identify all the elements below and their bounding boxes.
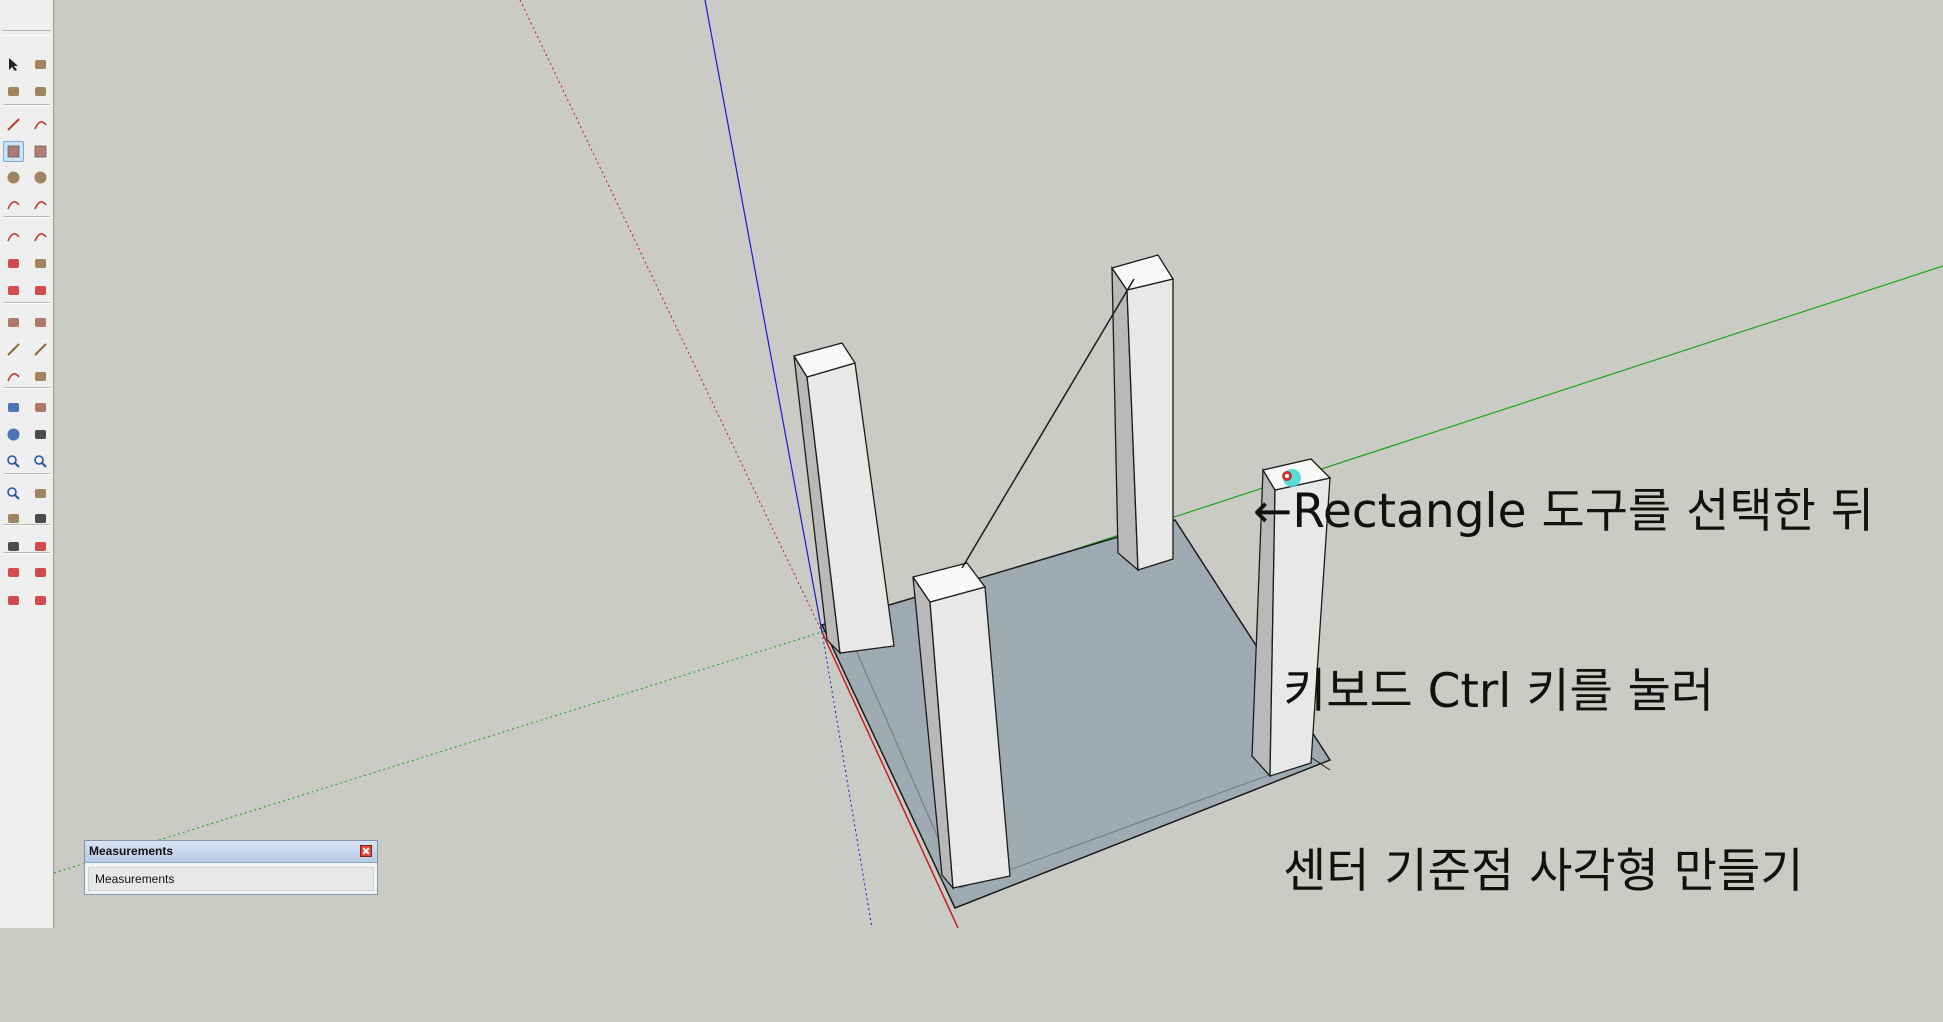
warehouse-icon[interactable]: [3, 562, 24, 583]
previous-view-icon[interactable]: [30, 483, 51, 504]
share-model-icon[interactable]: [30, 562, 51, 583]
red-axis-negative: [519, 0, 823, 633]
toolbar-separator: [4, 473, 50, 475]
three-point-arc-icon[interactable]: [30, 226, 51, 247]
line-icon[interactable]: [3, 114, 24, 135]
toolbar-separator: [4, 387, 50, 389]
push-pull-icon[interactable]: [30, 253, 51, 274]
annotation-line-2: 키보드 Ctrl 키를 눌러: [1283, 664, 1715, 719]
measurements-box: Measurements Measurements: [84, 840, 378, 895]
follow-me-icon[interactable]: [30, 280, 51, 301]
pan-icon[interactable]: [30, 424, 51, 445]
zoom-icon[interactable]: [3, 451, 24, 472]
annotation-line-3: 센터 기준점 사각형 만들기: [1283, 844, 1804, 899]
protractor-icon[interactable]: [3, 366, 24, 387]
extension-warehouse-icon[interactable]: [3, 590, 24, 611]
measurements-input[interactable]: Measurements: [88, 867, 374, 891]
move-icon[interactable]: [3, 253, 24, 274]
pie-icon[interactable]: [30, 194, 51, 215]
offset-icon[interactable]: [30, 312, 51, 333]
orbit-icon[interactable]: [3, 424, 24, 445]
text-icon[interactable]: [30, 366, 51, 387]
toolbar-grip[interactable]: [2, 30, 51, 36]
circle-icon[interactable]: [3, 167, 24, 188]
tape-measure-icon[interactable]: [3, 339, 24, 360]
zoom-extents-icon[interactable]: [3, 483, 24, 504]
rotate-icon[interactable]: [3, 280, 24, 301]
polygon-icon[interactable]: [30, 167, 51, 188]
axes-icon[interactable]: [3, 397, 24, 418]
close-icon[interactable]: [360, 845, 372, 857]
zoom-window-icon[interactable]: [30, 451, 51, 472]
left-toolbar: [0, 0, 54, 928]
annotation-line-1: ←Rectangle 도구를 선택한 뒤: [1253, 484, 1875, 539]
two-point-arc-icon[interactable]: [3, 226, 24, 247]
eraser-icon[interactable]: [30, 81, 51, 102]
blue-axis: [704, 0, 823, 633]
3d-text-icon[interactable]: [30, 397, 51, 418]
paint-bucket-icon[interactable]: [3, 81, 24, 102]
toolbar-separator: [4, 524, 50, 526]
instruction-annotation: ←Rectangle 도구를 선택한 뒤 키보드 Ctrl 키를 눌러 센터 기…: [1253, 362, 1933, 1022]
measurements-title[interactable]: Measurements: [85, 841, 377, 863]
toolbar-separator: [4, 216, 50, 218]
arc-icon[interactable]: [3, 194, 24, 215]
pillar-back-left[interactable]: [792, 342, 895, 655]
diagonal-line: [961, 278, 1135, 569]
rotated-rectangle-icon[interactable]: [30, 141, 51, 162]
layout-icon[interactable]: [30, 590, 51, 611]
toolbar-separator: [4, 104, 50, 106]
dimension-icon[interactable]: [30, 339, 51, 360]
3d-viewport[interactable]: ←Rectangle 도구를 선택한 뒤 키보드 Ctrl 키를 눌러 센터 기…: [54, 0, 1943, 928]
scale-icon[interactable]: [3, 312, 24, 333]
measurements-title-text: Measurements: [89, 844, 174, 858]
pillar-back-right[interactable]: [1110, 254, 1175, 572]
make-component-icon[interactable]: [30, 54, 51, 75]
freehand-icon[interactable]: [30, 114, 51, 135]
select-icon[interactable]: [3, 54, 24, 75]
toolbar-separator: [4, 302, 50, 304]
rectangle-icon[interactable]: [3, 141, 24, 162]
toolbar-separator: [4, 552, 50, 554]
green-axis-negative: [54, 631, 823, 874]
